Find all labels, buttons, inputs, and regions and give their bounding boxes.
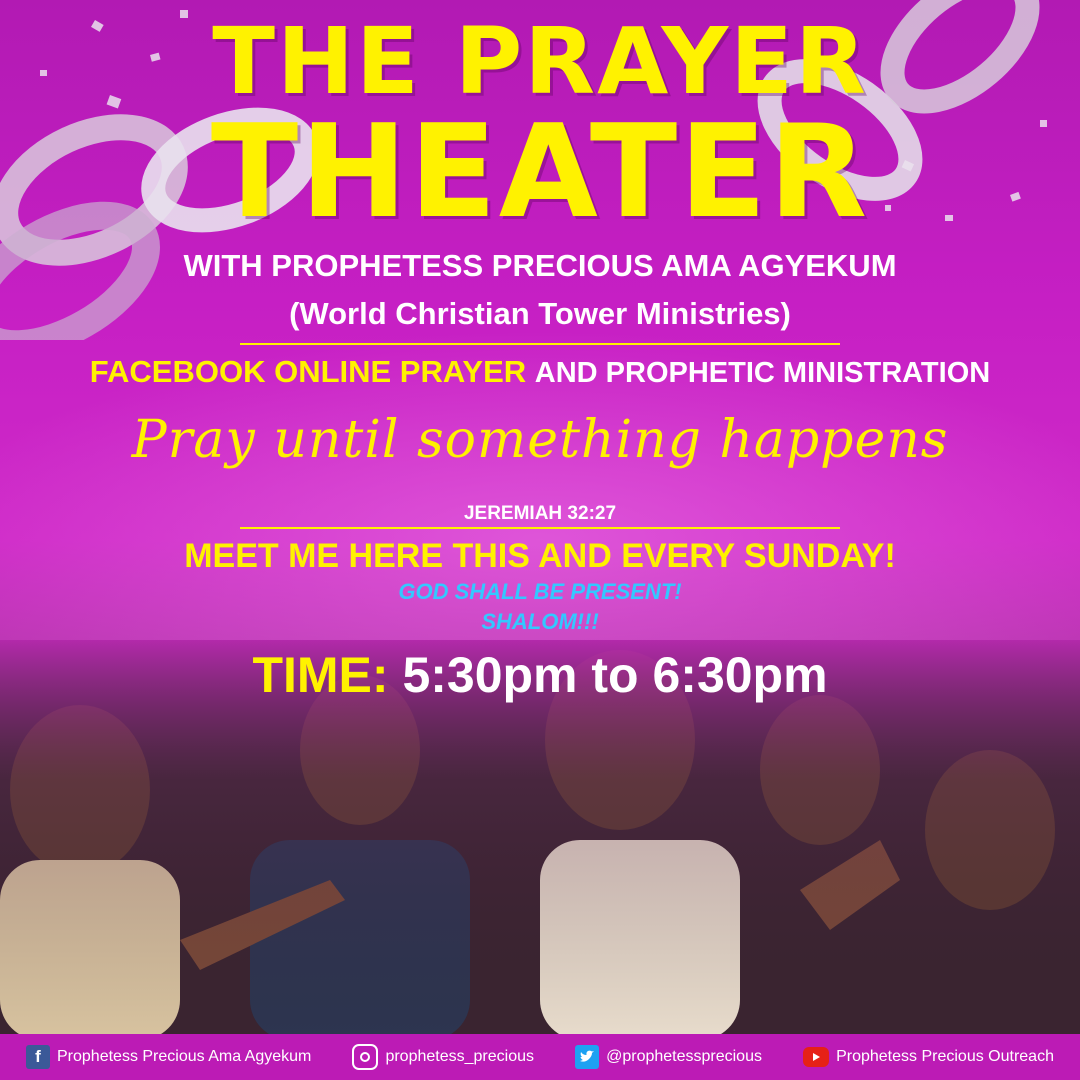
title-line-1: THE PRAYER <box>212 8 868 115</box>
time-value: 5:30pm to 6:30pm <box>402 647 828 703</box>
instagram-icon <box>352 1044 379 1070</box>
time-label: TIME: <box>252 647 389 703</box>
title-line-2: THEATER <box>210 98 870 247</box>
twitter-text: @prophetessprecious <box>606 1048 762 1065</box>
blessing-line-2: SHALOM!!! <box>481 609 599 634</box>
divider-top <box>240 343 840 345</box>
tagline: Pray until something happens <box>131 410 949 470</box>
social-footer: f Prophetess Precious Ama Agyekum prophe… <box>0 1034 1080 1080</box>
youtube-text: Prophetess Precious Outreach <box>836 1048 1054 1065</box>
poster: THE PRAYER THEATER WITH PROPHETESS PRECI… <box>0 0 1080 1080</box>
youtube-icon <box>803 1047 830 1067</box>
facebook-link[interactable]: f Prophetess Precious Ama Agyekum <box>26 1045 311 1069</box>
instagram-link[interactable]: prophetess_precious <box>352 1044 534 1070</box>
divider-bottom <box>240 527 840 529</box>
blessing-line-1: GOD SHALL BE PRESENT! <box>398 579 682 604</box>
program-line: FACEBOOK ONLINE PRAYER AND PROPHETIC MIN… <box>0 354 1080 390</box>
host-name: WITH PROPHETESS PRECIOUS AMA AGYEKUM <box>183 248 897 283</box>
invite-text: MEET ME HERE THIS AND EVERY SUNDAY! <box>184 537 896 575</box>
twitter-link[interactable]: @prophetessprecious <box>575 1045 762 1069</box>
bible-verse: JEREMIAH 32:27 <box>463 503 617 524</box>
facebook-text: Prophetess Precious Ama Agyekum <box>57 1048 312 1065</box>
facebook-icon: f <box>26 1045 50 1069</box>
time-line: TIME: 5:30pm to 6:30pm <box>0 646 1080 704</box>
instagram-text: prophetess_precious <box>385 1048 534 1065</box>
program-highlight: FACEBOOK ONLINE PRAYER <box>89 354 527 389</box>
youtube-link[interactable]: Prophetess Precious Outreach <box>803 1047 1054 1067</box>
ministry-name: (World Christian Tower Ministries) <box>289 296 791 331</box>
program-rest: AND PROPHETIC MINISTRATION <box>534 357 991 389</box>
twitter-icon <box>575 1045 600 1069</box>
